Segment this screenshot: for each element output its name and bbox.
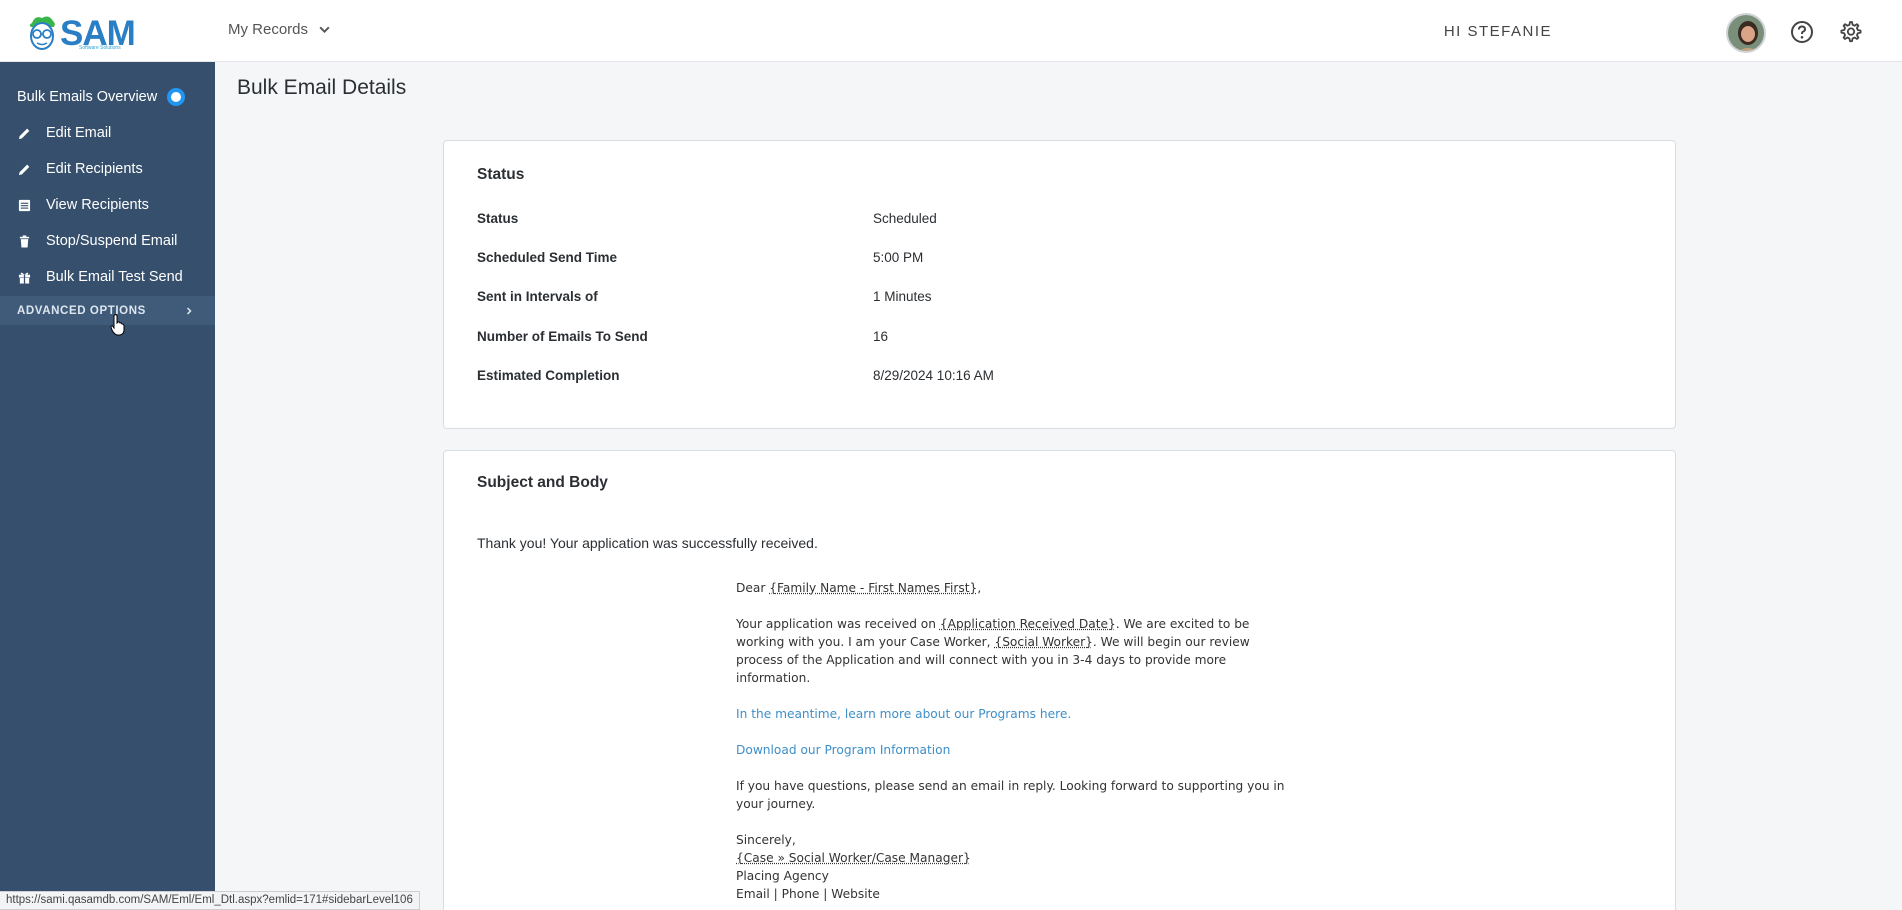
sidebar-item-label: Edit Email bbox=[46, 125, 112, 141]
logo-mascot-icon bbox=[29, 16, 55, 50]
sidebar-item-view-recipients[interactable]: View Recipients bbox=[0, 187, 215, 223]
merge-field: {Application Received Date} bbox=[939, 617, 1116, 631]
email-text: , bbox=[977, 581, 982, 595]
email-paragraph: If you have questions, please send an em… bbox=[736, 779, 1285, 811]
programs-link[interactable]: In the meantime, learn more about our Pr… bbox=[736, 707, 1071, 721]
page-title: Bulk Email Details bbox=[237, 76, 407, 99]
email-paragraph: In the meantime, learn more about our Pr… bbox=[736, 705, 1296, 723]
email-signature: Sincerely, {Case » Social Worker/Case Ma… bbox=[736, 831, 1296, 903]
loading-icon bbox=[167, 88, 186, 106]
my-records-label: My Records bbox=[228, 21, 309, 38]
status-row-value: 8/29/2024 10:16 AM bbox=[873, 368, 994, 383]
logo-tagline: Software Solutions bbox=[79, 45, 121, 51]
trash-icon bbox=[17, 234, 31, 248]
sidebar-item-label: Bulk Emails Overview bbox=[17, 89, 158, 105]
email-subject: Thank you! Your application was successf… bbox=[477, 535, 818, 551]
status-row-value: Scheduled bbox=[873, 211, 937, 226]
email-paragraph: Your application was received on {Applic… bbox=[736, 615, 1296, 687]
mouse-pointer-icon bbox=[110, 314, 125, 336]
help-icon[interactable] bbox=[1790, 20, 1814, 44]
status-row-label: Sent in Intervals of bbox=[477, 289, 598, 304]
merge-field: {Family Name - First Names First} bbox=[769, 581, 978, 595]
status-row-value: 16 bbox=[873, 329, 889, 344]
status-row-label: Status bbox=[477, 211, 519, 226]
pencil-icon bbox=[17, 162, 31, 176]
chevron-right-icon bbox=[186, 306, 192, 315]
email-text: Dear bbox=[736, 581, 770, 595]
sidebar-item-label: Bulk Email Test Send bbox=[46, 269, 183, 285]
status-card: Status Status Scheduled Scheduled Send T… bbox=[443, 140, 1676, 429]
advanced-options-label: ADVANCED OPTIONS bbox=[17, 304, 146, 317]
browser-status-url: https://sami.qasamdb.com/SAM/Eml/Eml_Dtl… bbox=[0, 891, 420, 910]
merge-field: {Social Worker} bbox=[994, 635, 1093, 649]
chevron-down-icon bbox=[319, 26, 330, 34]
email-closing: Sincerely, bbox=[736, 833, 796, 847]
email-text: Your application was received on bbox=[736, 617, 940, 631]
gear-icon[interactable] bbox=[1838, 20, 1862, 44]
sidebar: Bulk Emails Overview Edit Email Edit Rec… bbox=[0, 62, 215, 910]
subject-body-card-title: Subject and Body bbox=[477, 474, 608, 491]
status-row-value: 5:00 PM bbox=[873, 250, 924, 265]
gift-icon bbox=[17, 270, 31, 284]
merge-field: {Case » Social Worker/Case Manager} bbox=[736, 851, 971, 865]
sidebar-item-bulk-email-test-send[interactable]: Bulk Email Test Send bbox=[0, 259, 215, 295]
email-agency: Placing Agency bbox=[736, 869, 829, 883]
sam-logo[interactable]: SAM Software Solutions bbox=[27, 13, 136, 53]
email-paragraph: Download our Program Information bbox=[736, 741, 1296, 759]
sidebar-item-stop-suspend-email[interactable]: Stop/Suspend Email bbox=[0, 223, 215, 259]
pencil-icon bbox=[17, 126, 31, 140]
sidebar-item-edit-recipients[interactable]: Edit Recipients bbox=[0, 151, 215, 187]
status-row-label: Scheduled Send Time bbox=[477, 250, 618, 265]
program-info-download-link[interactable]: Download our Program Information bbox=[736, 743, 950, 757]
email-greeting: Dear {Family Name - First Names First}, bbox=[736, 579, 1296, 597]
status-row-label: Number of Emails To Send bbox=[477, 329, 648, 344]
top-header: SAM Software Solutions My Records HI STE… bbox=[0, 0, 1902, 62]
advanced-options-toggle[interactable]: ADVANCED OPTIONS bbox=[0, 296, 215, 325]
sidebar-item-label: View Recipients bbox=[46, 197, 149, 213]
user-greeting: HI STEFANIE bbox=[1443, 23, 1552, 40]
sidebar-item-label: Edit Recipients bbox=[46, 161, 143, 177]
avatar-photo-icon bbox=[1728, 15, 1764, 51]
email-body-preview: Dear {Family Name - First Names First}, … bbox=[736, 579, 1296, 903]
user-avatar[interactable] bbox=[1726, 13, 1766, 53]
status-row-label: Estimated Completion bbox=[477, 368, 620, 383]
status-row-value: 1 Minutes bbox=[873, 289, 932, 304]
sidebar-item-label: Stop/Suspend Email bbox=[46, 233, 178, 249]
email-contact: Email | Phone | Website bbox=[736, 887, 880, 901]
subject-body-card: Subject and Body Thank you! Your applica… bbox=[443, 450, 1676, 910]
my-records-menu[interactable]: My Records bbox=[228, 21, 331, 38]
list-icon bbox=[17, 198, 31, 212]
sidebar-item-bulk-emails-overview[interactable]: Bulk Emails Overview bbox=[0, 79, 215, 115]
sidebar-item-edit-email[interactable]: Edit Email bbox=[0, 115, 215, 151]
status-card-title: Status bbox=[477, 166, 525, 183]
